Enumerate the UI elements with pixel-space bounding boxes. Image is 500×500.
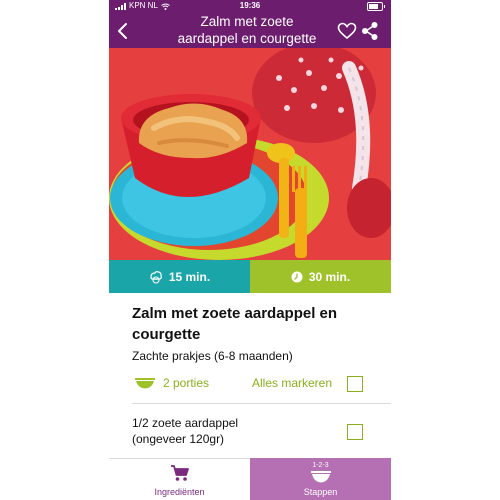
prep-time-label: 15 min. [168,269,211,284]
recipe-photo [109,48,391,260]
cook-time: 30 min. [250,260,391,293]
page-title-line1: Zalm met zoete [200,14,294,29]
mark-all-link[interactable]: Alles markeren [252,376,332,390]
ingredient-name: 1/2 zoete aardappel [132,416,239,430]
ingredient-note: (ongeveer 120gr) [132,432,225,446]
cart-icon [170,465,189,481]
favorite-heart-icon[interactable] [337,22,357,40]
recipe-photo-illustration [109,48,391,260]
recipe-subtitle: Zachte prakjes (6-8 maanden) [132,349,293,363]
clock-icon [291,271,303,282]
prep-time: 15 min. [109,260,250,293]
battery-icon [367,2,385,11]
back-chevron-icon[interactable] [115,20,131,42]
portions-label[interactable]: 2 porties [163,376,209,390]
divider [132,403,391,404]
tab-steps-label: Stappen [303,487,338,497]
app-screen: KPN NL 19:36 Zalm met zoete aardappel en… [109,0,391,500]
tab-steps-number: 1-2-3 [312,462,329,469]
bottom-tab-bar: Ingrediënten 1-2-3 Stappen [109,458,391,500]
tab-steps[interactable]: 1-2-3 Stappen [250,458,391,500]
ingredient-checkbox[interactable] [347,424,363,440]
status-time: 19:36 [239,1,261,10]
tab-ingredients-label: Ingrediënten [154,487,205,497]
page-title: Zalm met zoete aardappel en courgette [153,13,341,47]
time-bar: 15 min. 30 min. [109,260,391,293]
mark-all-checkbox[interactable] [347,376,363,392]
app-header: KPN NL 19:36 Zalm met zoete aardappel en… [109,0,391,48]
prep-time-icon [150,270,162,284]
ingredient-item: 1/2 zoete aardappel (ongeveer 120gr) [132,415,332,447]
recipe-title: Zalm met zoete aardappel en courgette [132,305,338,343]
cook-time-label: 30 min. [308,269,351,284]
tab-ingredients[interactable]: Ingrediënten [109,458,250,500]
status-bar: KPN NL 19:36 [109,0,391,12]
bowl-icon [310,471,331,483]
share-icon[interactable] [361,21,379,41]
portions-row: 2 porties Alles markeren [132,374,372,394]
bowl-icon [135,378,155,389]
page-title-line2: aardappel en courgette [177,31,317,46]
